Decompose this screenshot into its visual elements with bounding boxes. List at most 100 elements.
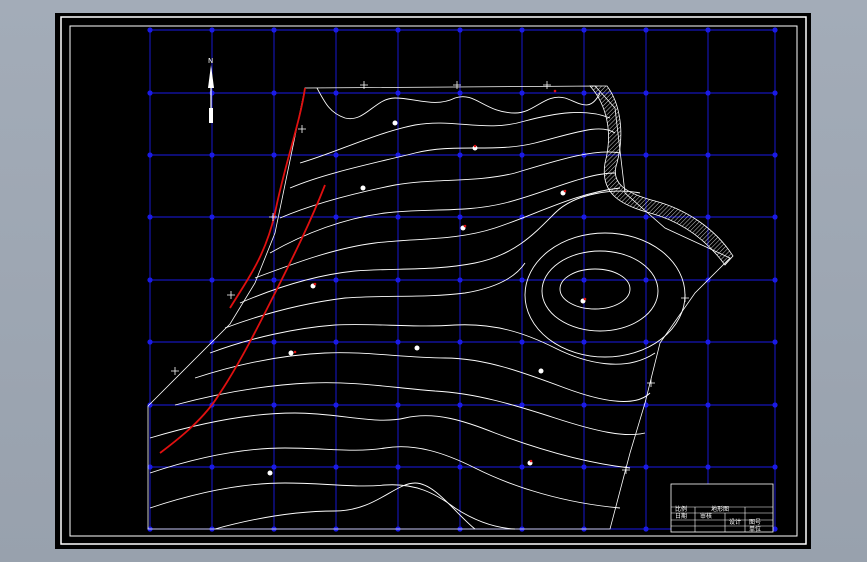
grid-node: [457, 90, 463, 96]
grid-node: [209, 90, 215, 96]
survey-point: [538, 368, 544, 374]
title-block-cell: 审核: [700, 512, 712, 520]
contour-line: [239, 190, 641, 304]
contour-line: [214, 482, 476, 530]
title-block-title: 地形图: [711, 505, 729, 513]
grid-node: [581, 339, 587, 345]
grid-node: [581, 464, 587, 470]
grid-node: [705, 339, 711, 345]
title-block-cell: 比例: [675, 505, 687, 513]
grid-node: [581, 277, 587, 283]
contour-line: [149, 412, 631, 469]
survey-point: [392, 120, 398, 126]
grid-node: [519, 152, 525, 158]
grid-node: [643, 90, 649, 96]
grid-node: [705, 402, 711, 408]
grid-node: [209, 277, 215, 283]
grid-node: [333, 339, 339, 345]
grid-node: [772, 339, 778, 345]
grid-node: [395, 90, 401, 96]
road-line: [229, 87, 306, 309]
drawing-sheet: N 地形图 比例 日期 审核 设计 图号 单位: [55, 13, 811, 549]
grid-node: [209, 464, 215, 470]
road-lines: [159, 87, 326, 454]
grid-node: [643, 214, 649, 220]
grid-node: [271, 464, 277, 470]
grid-node: [209, 152, 215, 158]
grid-node: [705, 214, 711, 220]
grid-node: [457, 27, 463, 33]
north-arrow: N: [208, 57, 214, 123]
title-block-cell: 图号: [749, 519, 761, 526]
grid-node: [333, 152, 339, 158]
outer-frame: [60, 16, 807, 545]
survey-point: [267, 470, 273, 476]
grid-node: [643, 526, 649, 532]
grid-node: [519, 90, 525, 96]
contour-line: [149, 446, 621, 509]
contour-line: [269, 172, 616, 254]
survey-point: [288, 350, 294, 356]
grid-node: [772, 277, 778, 283]
grid-node: [271, 152, 277, 158]
grid-node: [457, 339, 463, 345]
grid-node: [581, 402, 587, 408]
grid-node: [643, 152, 649, 158]
grid-node: [457, 214, 463, 220]
grid-node: [772, 90, 778, 96]
north-arrow-label: N: [208, 57, 213, 65]
grid-node: [147, 152, 153, 158]
grid-node: [147, 214, 153, 220]
grid-node: [772, 27, 778, 33]
grid-node: [333, 402, 339, 408]
grid-node: [705, 152, 711, 158]
grid-node: [333, 27, 339, 33]
title-block-cell: 设计: [729, 518, 741, 526]
survey-point: [414, 345, 420, 351]
grid-node: [395, 277, 401, 283]
title-block-cell: 单位: [749, 525, 761, 533]
grid-node: [395, 27, 401, 33]
hill-contour: [524, 232, 686, 358]
grid-node: [333, 277, 339, 283]
grid-node: [209, 214, 215, 220]
grid-node: [209, 27, 215, 33]
grid-node: [643, 464, 649, 470]
grid-node: [581, 214, 587, 220]
grid-node: [271, 90, 277, 96]
grid-node: [643, 277, 649, 283]
grid-node: [147, 339, 153, 345]
grid-node: [271, 277, 277, 283]
grid-node: [581, 90, 587, 96]
grid-node: [519, 339, 525, 345]
coordinate-grid: [147, 27, 778, 532]
grid-node: [772, 214, 778, 220]
grid-node: [643, 339, 649, 345]
contour-line: [279, 151, 621, 219]
grid-node: [772, 402, 778, 408]
topographic-map[interactable]: N 地形图 比例 日期 审核 设计 图号 单位: [55, 13, 811, 549]
contour-lines: [149, 87, 686, 530]
grid-node: [705, 90, 711, 96]
hill-contour: [559, 268, 631, 310]
grid-node: [395, 339, 401, 345]
grid-node: [643, 27, 649, 33]
grid-node: [147, 90, 153, 96]
contour-line: [174, 382, 646, 436]
grid-node: [457, 277, 463, 283]
grid-node: [772, 464, 778, 470]
grid-node: [147, 277, 153, 283]
title-block: 地形图 比例 日期 审核 设计 图号 单位: [670, 483, 774, 533]
grid-node: [519, 27, 525, 33]
survey-boundary: [147, 85, 731, 530]
grid-node: [457, 402, 463, 408]
grid-node: [333, 214, 339, 220]
survey-points: [267, 120, 586, 476]
grid-node: [333, 90, 339, 96]
title-block-cell: 日期: [675, 512, 687, 520]
hill-contour: [541, 250, 659, 332]
contour-line: [194, 352, 651, 402]
hatched-embankment: [589, 85, 734, 266]
grid-node: [705, 27, 711, 33]
grid-node: [581, 27, 587, 33]
